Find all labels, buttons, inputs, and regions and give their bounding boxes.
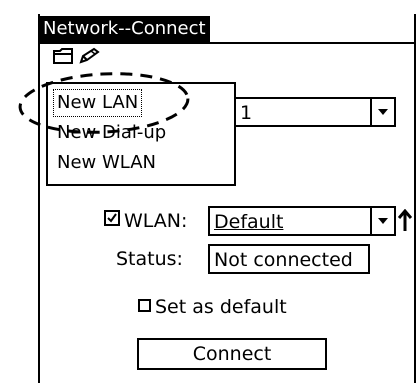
set-default-label: Set as default bbox=[155, 296, 287, 318]
menu-item-new-dial-up[interactable]: New Dial-up bbox=[54, 120, 169, 146]
status-field: Not connected bbox=[208, 244, 370, 274]
title-divider bbox=[40, 42, 416, 44]
chevron-down-icon[interactable] bbox=[370, 208, 394, 234]
up-arrow-icon bbox=[397, 208, 413, 238]
edit-pencil-icon[interactable] bbox=[78, 47, 102, 70]
chevron-down-icon[interactable] bbox=[370, 99, 394, 125]
menu-item-new-lan[interactable]: New LAN bbox=[52, 89, 143, 117]
menu-icon[interactable] bbox=[52, 47, 74, 70]
status-value: Not connected bbox=[214, 249, 353, 271]
set-default-row[interactable]: Set as default bbox=[138, 292, 287, 322]
set-default-checkbox[interactable] bbox=[138, 299, 151, 312]
status-label: Status: bbox=[116, 248, 183, 270]
wlan-select[interactable]: Default bbox=[208, 206, 396, 236]
connection-select[interactable]: 1 bbox=[232, 97, 396, 127]
connection-select-value: 1 bbox=[240, 102, 253, 124]
connect-button[interactable]: Connect bbox=[137, 338, 327, 370]
wlan-select-value: Default bbox=[214, 211, 284, 233]
new-connection-menu: New LAN New Dial-up New WLAN bbox=[46, 82, 236, 186]
wlan-row: WLAN: bbox=[104, 206, 187, 236]
wlan-checkbox[interactable] bbox=[104, 205, 120, 235]
menu-item-new-wlan[interactable]: New WLAN bbox=[54, 150, 159, 176]
wlan-label: WLAN: bbox=[124, 210, 188, 232]
window-title: Network--Connect bbox=[40, 16, 210, 42]
